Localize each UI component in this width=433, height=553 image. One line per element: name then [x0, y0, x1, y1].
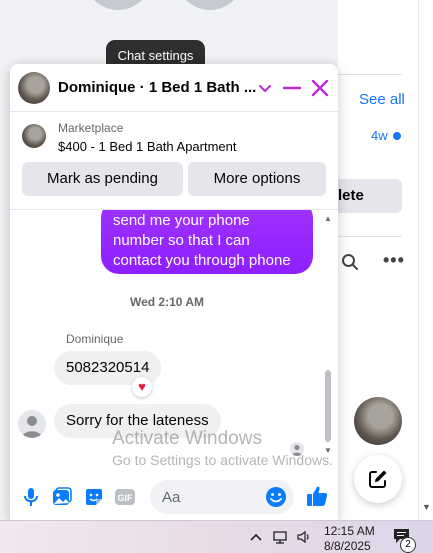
listing-name[interactable]: $400 - 1 Bed 1 Bath Apartment	[58, 139, 237, 154]
minimize-icon[interactable]	[280, 76, 304, 100]
sender-name: Dominique	[66, 332, 124, 346]
thread-scrollbar[interactable]: ▲ ▼	[324, 214, 332, 455]
chevron-up-icon[interactable]	[248, 529, 264, 545]
svg-text:GIF: GIF	[118, 493, 134, 503]
taskbar: 12:15 AM 8/8/2025 2	[0, 520, 433, 553]
scroll-down-arrow[interactable]: ▼	[422, 502, 431, 512]
gif-icon[interactable]: GIF	[114, 486, 136, 508]
clock-date[interactable]: 8/8/2025	[324, 539, 371, 553]
divider	[338, 236, 402, 237]
chat-title[interactable]: Dominique · 1 Bed 1 Bath ...	[58, 79, 256, 96]
delete-label: lete	[338, 187, 364, 204]
scroll-up-arrow[interactable]: ▲	[324, 214, 332, 223]
chat-header[interactable]: Dominique · 1 Bed 1 Bath ...	[10, 64, 338, 112]
avatar[interactable]	[18, 410, 46, 438]
volume-icon[interactable]	[296, 529, 312, 545]
marketplace-listing: Marketplace $400 - 1 Bed 1 Bath Apartmen…	[10, 112, 338, 210]
divider	[338, 74, 402, 75]
notification-badge: 2	[400, 537, 416, 553]
bg-profile-circle	[176, 0, 244, 10]
unread-dot	[393, 132, 401, 140]
emoji-icon[interactable]	[265, 486, 287, 508]
chevron-down-icon[interactable]	[253, 76, 277, 100]
sticker-icon[interactable]	[83, 486, 105, 508]
more-options-label: More options	[213, 170, 301, 187]
clock-time[interactable]: 12:15 AM	[324, 524, 375, 538]
listing-category: Marketplace	[58, 121, 124, 135]
time-ago: 4w	[371, 128, 388, 143]
scroll-thumb[interactable]	[325, 370, 331, 442]
mic-icon[interactable]	[20, 486, 42, 508]
outgoing-message[interactable]: send me your phone number so that I can …	[101, 210, 313, 274]
tooltip-text: Chat settings	[117, 48, 194, 63]
more-icon[interactable]: •••	[383, 250, 405, 271]
mark-as-pending-button[interactable]: Mark as pending	[22, 162, 183, 196]
listing-thumbnail[interactable]	[22, 124, 46, 148]
mark-as-pending-label: Mark as pending	[47, 170, 158, 187]
message-input[interactable]: Aa	[150, 480, 294, 514]
new-message-button[interactable]	[354, 455, 402, 503]
bg-profile-circle	[84, 0, 152, 10]
see-all-link[interactable]: See all	[359, 91, 405, 108]
close-icon[interactable]	[308, 76, 332, 100]
heart-reaction-icon[interactable]: ♥	[132, 377, 152, 397]
like-icon[interactable]	[305, 484, 328, 506]
activate-windows-hint: Go to Settings to activate Windows.	[112, 452, 333, 468]
activate-windows-title: Activate Windows	[112, 428, 262, 449]
more-options-button[interactable]: More options	[188, 162, 326, 196]
network-icon[interactable]	[272, 529, 288, 545]
chat-head-avatar[interactable]	[354, 397, 402, 445]
photo-icon[interactable]	[51, 486, 73, 508]
avatar[interactable]	[18, 72, 50, 104]
message-timestamp: Wed 2:10 AM	[129, 295, 204, 309]
message-composer: GIF Aa	[10, 472, 338, 520]
search-icon[interactable]	[341, 253, 359, 276]
message-input-placeholder: Aa	[162, 489, 181, 506]
page-scrollbar[interactable]: ▼	[418, 0, 433, 520]
compose-icon	[367, 468, 389, 490]
